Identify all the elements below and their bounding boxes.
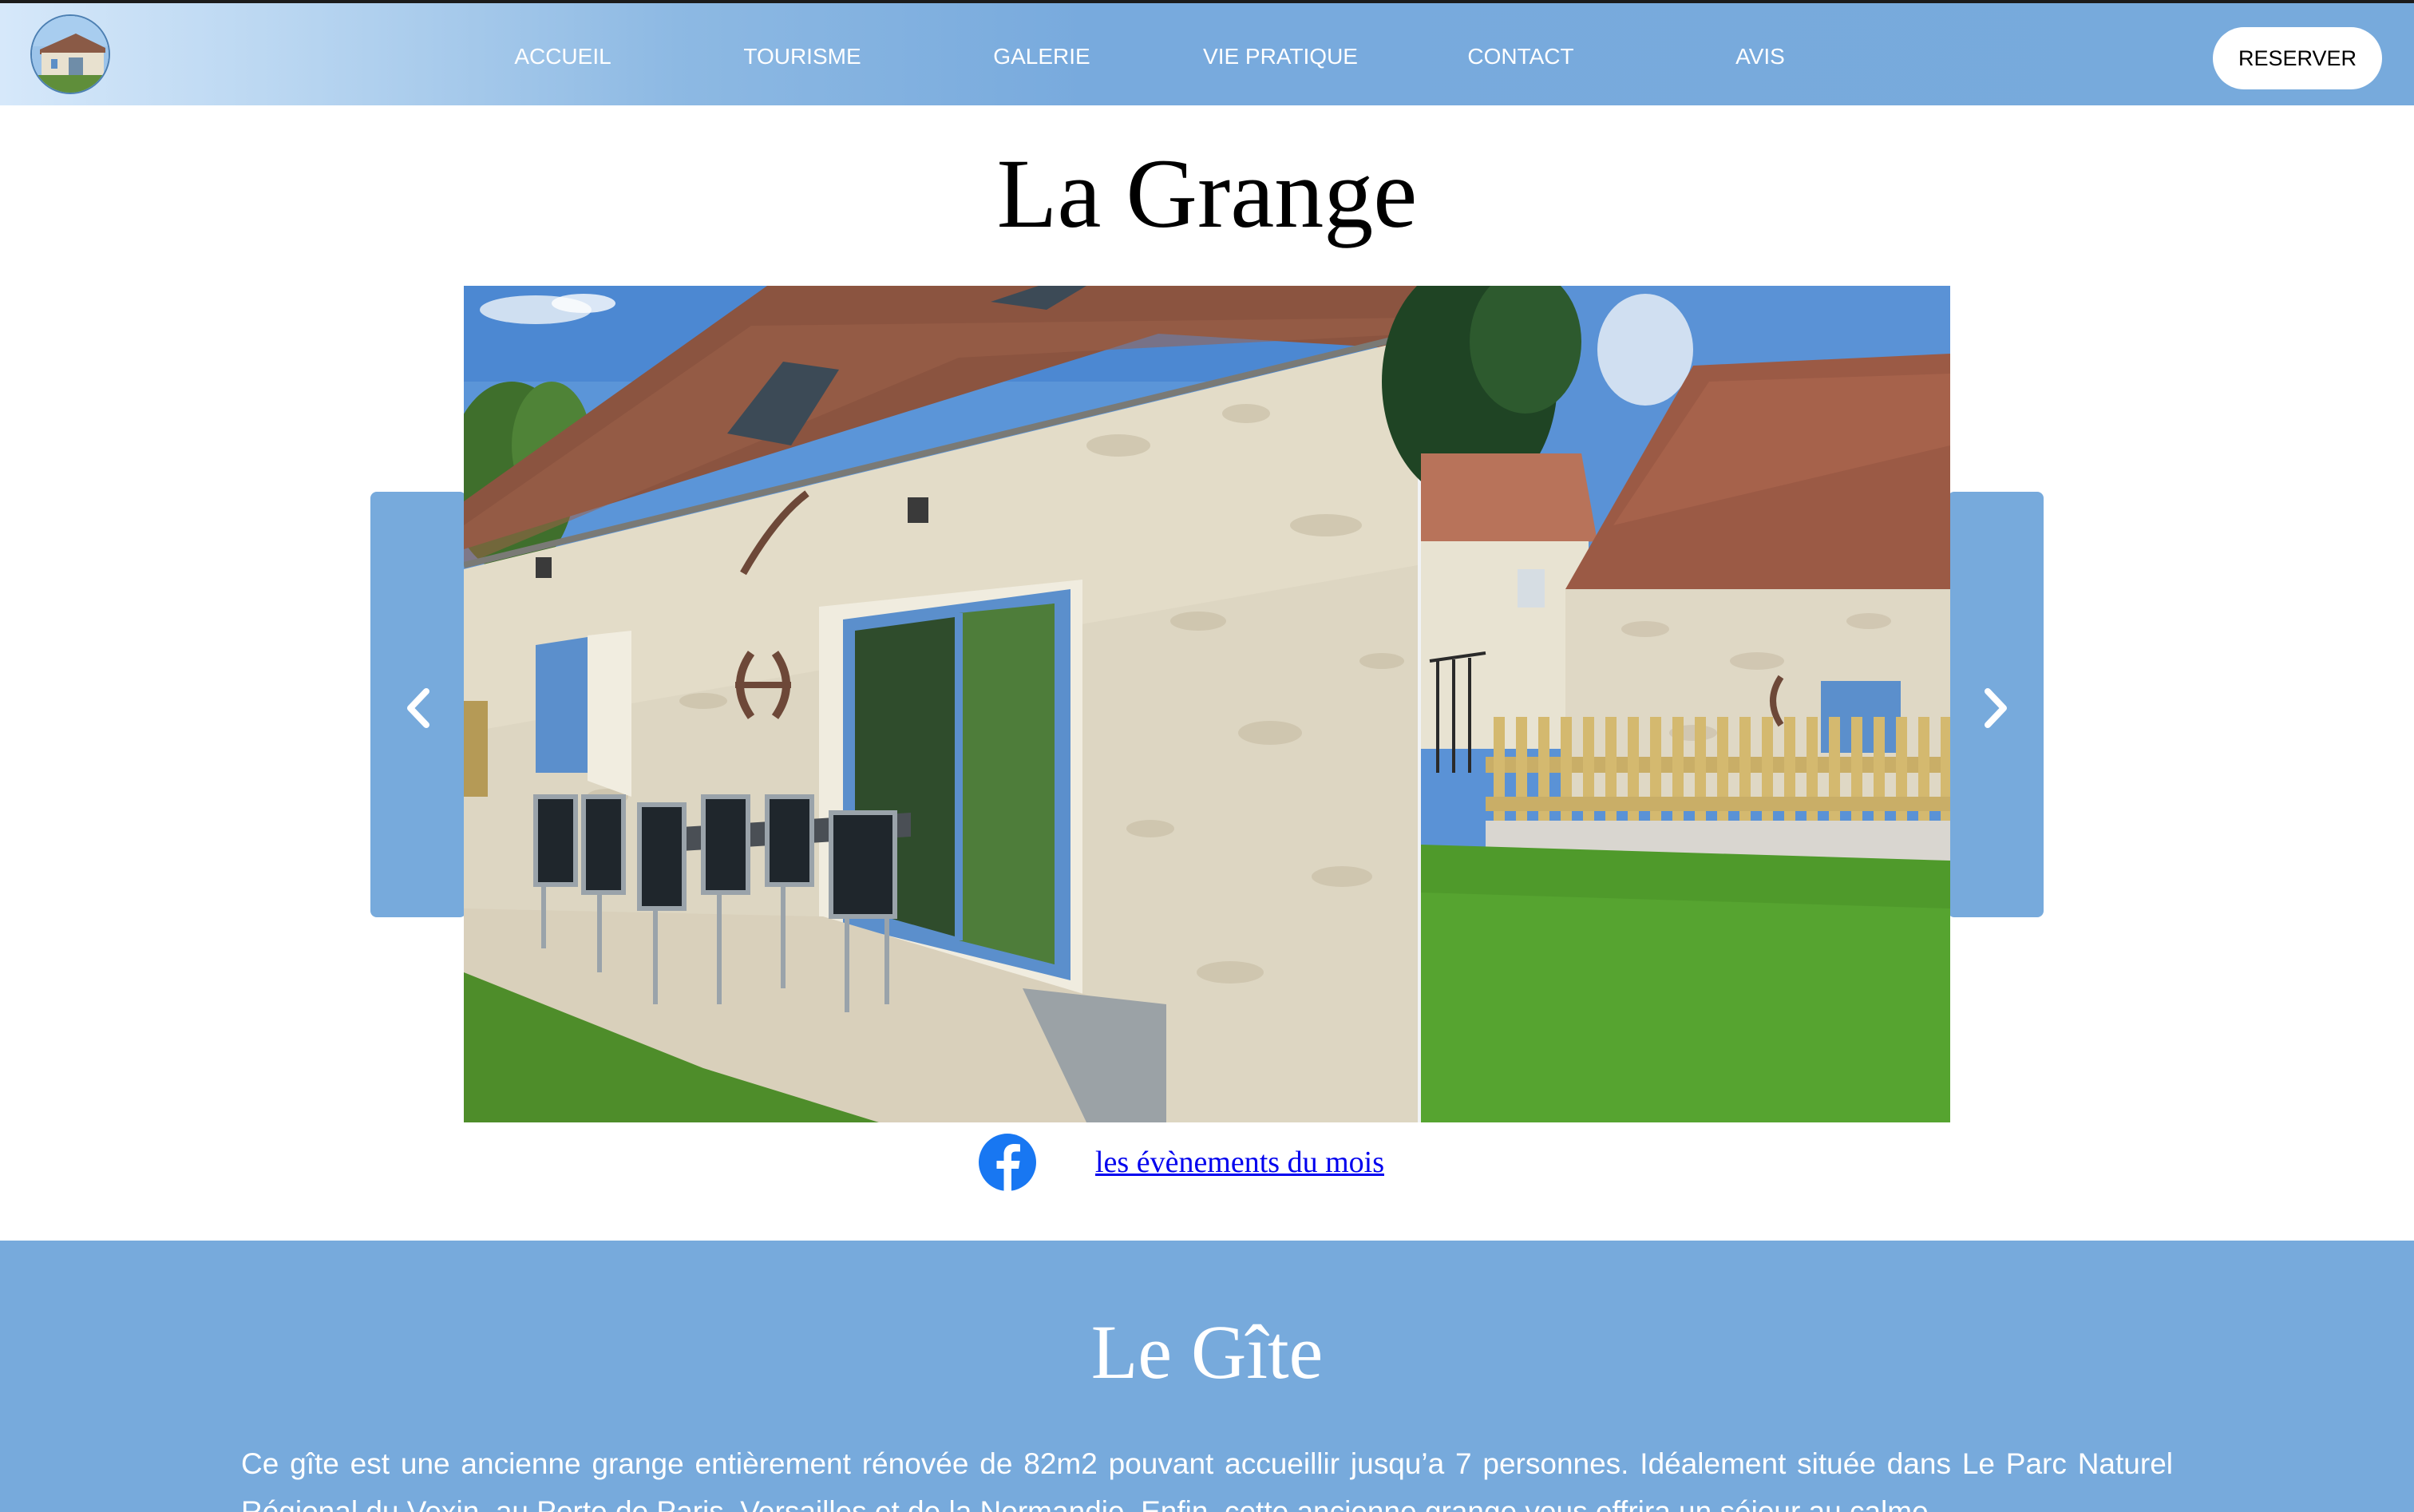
carousel-prev-button[interactable] <box>370 492 466 917</box>
chevron-right-icon <box>1985 688 2007 728</box>
events-of-the-month-link[interactable]: les évènements du mois <box>1095 1143 1384 1181</box>
nav-item-galerie[interactable]: GALERIE <box>956 43 1127 70</box>
carousel-image[interactable] <box>464 286 1950 1122</box>
facebook-icon[interactable] <box>979 1134 1036 1191</box>
slide-stone-barn-terrace <box>464 286 1419 1122</box>
reserve-button[interactable]: RESERVER <box>2213 27 2382 89</box>
nav-item-tourisme[interactable]: TOURISME <box>717 43 888 70</box>
gite-description: Ce gîte est une ancienne grange entièrem… <box>241 1447 2173 1512</box>
site-logo[interactable] <box>30 14 110 94</box>
nav-item-vie-pratique[interactable]: VIE PRATIQUE <box>1183 43 1378 70</box>
chevron-left-icon <box>407 688 429 728</box>
carousel-next-button[interactable] <box>1948 492 2044 917</box>
nav-item-avis[interactable]: AVIS <box>1675 43 1846 70</box>
nav-item-accueil[interactable]: ACCUEIL <box>477 43 648 70</box>
barn-logo-image <box>32 16 109 93</box>
gite-section: Le Gîte Ce gîte est une ancienne grange … <box>0 1241 2414 1512</box>
facebook-logo <box>979 1134 1036 1191</box>
page-title: La Grange <box>996 139 1418 248</box>
barn-photo <box>464 286 1950 1122</box>
nav-item-contact[interactable]: CONTACT <box>1435 43 1606 70</box>
gite-section-title: Le Gîte <box>1090 1309 1324 1395</box>
slide-barn-garden <box>1382 286 1950 1122</box>
top-navbar: ACCUEIL TOURISME GALERIE VIE PRATIQUE CO… <box>0 0 2414 105</box>
